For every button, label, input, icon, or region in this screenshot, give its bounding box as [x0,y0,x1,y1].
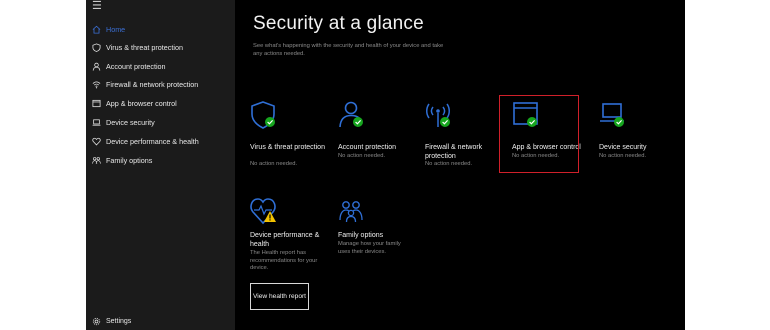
windows-security-window: ☰ Home Virus & threat protection Account… [86,0,685,330]
sidebar: ☰ Home Virus & threat protection Account… [86,0,235,330]
view-health-report-button[interactable]: View health report [250,283,309,310]
laptop-icon [86,118,106,127]
sidebar-item-label: App & browser control [106,98,177,108]
app-window-icon [86,99,106,108]
page-subtitle: See what's happening with the security a… [253,43,444,57]
tile-title: Virus & threat protection [250,144,325,151]
sidebar-item-label: Firewall & network protection [106,79,199,89]
home-icon [86,25,106,34]
tile-status: No action needed. [250,161,298,167]
heart-icon [250,198,276,225]
settings-link[interactable]: Settings [86,313,235,329]
tile-status: Manage how your family uses their device… [338,241,401,255]
sidebar-item-label: Device security [106,117,155,127]
settings-label: Settings [106,317,132,325]
family-icon [86,156,106,165]
tile-family-options[interactable]: Family options Manage how your family us… [338,196,424,276]
tile-virus-threat[interactable]: Virus & threat protection No action need… [250,100,336,180]
sidebar-item-home[interactable]: Home [86,20,235,38]
person-icon [86,62,106,71]
sidebar-item-device-performance[interactable]: Device performance & health [86,132,235,150]
sidebar-item-label: Family options [106,155,153,165]
gear-icon [86,317,106,326]
shield-icon [86,42,106,52]
wifi-icon [426,103,450,127]
sidebar-item-device-security[interactable]: Device security [86,113,235,131]
page-title: Security at a glance [253,13,424,34]
sidebar-item-label: Account protection [106,61,166,71]
tile-device-security[interactable]: Device security No action needed. [599,100,685,180]
sidebar-item-app-browser[interactable]: App & browser control [86,94,235,112]
sidebar-item-label: Device performance & health [106,136,199,146]
person-icon [339,101,363,128]
laptop-icon [600,103,624,127]
sidebar-item-label: Virus & threat protection [106,42,183,52]
family-icon [339,201,363,223]
heart-icon [86,137,106,146]
tile-title: Account protection [338,144,396,151]
tile-title: Device security [599,144,647,151]
shield-icon [251,101,275,129]
tile-status: No action needed. [599,153,647,159]
tile-status: No action needed. [338,153,386,159]
main-content: Security at a glance See what's happenin… [235,0,685,330]
highlight-box [499,95,579,173]
sidebar-item-account[interactable]: Account protection [86,57,235,75]
sidebar-item-firewall[interactable]: Firewall & network protection [86,75,235,93]
tile-status: The Health report has recommendations fo… [250,250,318,271]
sidebar-item-label: Home [106,24,126,34]
wifi-icon [86,80,106,89]
tile-status: No action needed. [425,161,473,167]
tile-title: Device performance & health [250,232,320,248]
sidebar-item-virus-threat[interactable]: Virus & threat protection [86,38,235,56]
hamburger-icon[interactable]: ☰ [92,1,102,12]
tile-account-protection[interactable]: Account protection No action needed. [338,100,424,180]
sidebar-item-family[interactable]: Family options [86,151,235,169]
tile-title: Family options [338,232,384,239]
